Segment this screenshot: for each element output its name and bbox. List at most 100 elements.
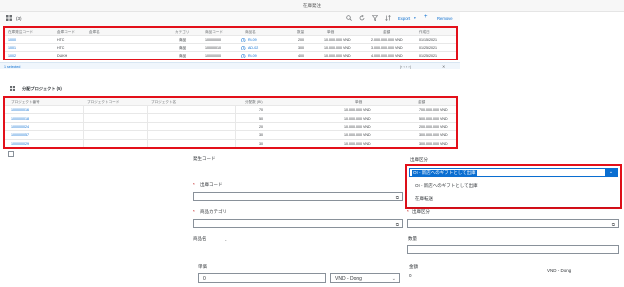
chevron-down-icon[interactable]: ⌄ xyxy=(392,276,396,282)
issue-type-input-2[interactable]: ⧉ xyxy=(407,219,619,228)
col-header[interactable]: 金額 xyxy=(418,100,425,105)
allocation-qty: 30 xyxy=(259,141,263,146)
col-header[interactable]: 倉庫名 xyxy=(89,30,100,35)
col-header[interactable]: 商品名 xyxy=(245,30,256,35)
selected-count: 1 selected xyxy=(4,64,21,69)
col-header[interactable]: カテゴリ xyxy=(175,30,189,35)
allocation-table: プロジェクト番号 プロジェクトコード プロジェクト名 分配数 (BI) 単価 金… xyxy=(3,96,458,149)
sort-icon[interactable] xyxy=(385,15,391,22)
warehouse-code: HTC xyxy=(57,38,65,42)
allocation-qty: 70 xyxy=(259,108,263,113)
table-row[interactable]: 100000029 30 10.000.000 VND 300.000.000 … xyxy=(5,138,456,147)
amount: 4.000.000.000 VND xyxy=(371,54,403,58)
unit-price-value: 0 xyxy=(203,276,206,282)
unit-price: 10.000.000 VND xyxy=(344,124,371,129)
table-header: 在庫発注コード 倉庫コード 倉庫名 カテゴリ 商品コード 商品名 数量 単価 金… xyxy=(5,28,456,35)
table-row[interactable]: 100000057 30 10.000.000 VND 300.000.000 … xyxy=(5,130,456,138)
stock-order-table: 在庫発注コード 倉庫コード 倉庫名 カテゴリ 商品コード 商品名 数量 単価 金… xyxy=(3,26,458,60)
add-icon[interactable]: + xyxy=(424,14,428,20)
product-code: 10000000 xyxy=(205,54,221,58)
unit-price: 10.000.000 VND xyxy=(344,108,371,113)
clock-icon xyxy=(241,53,246,60)
project-number[interactable]: 100000018 xyxy=(11,117,29,121)
issue-type-select[interactable]: OI - 新店へのギフトとして出庫 ⌄ xyxy=(409,168,618,177)
filter-icon[interactable] xyxy=(371,15,379,22)
quantity: 200 xyxy=(298,38,304,42)
project-number[interactable]: 100000029 xyxy=(11,142,29,146)
generation-code-label: 発生コード xyxy=(193,156,216,161)
refresh-icon[interactable] xyxy=(359,14,365,22)
value-help-icon[interactable]: ⧉ xyxy=(396,195,399,200)
dropdown-option[interactable]: OI - 新店へのギフトとして出庫 xyxy=(407,180,620,191)
value-help-icon[interactable]: ⧉ xyxy=(612,222,615,227)
allocation-section-header: 分配プロジェクト (5) xyxy=(0,80,460,94)
created-date: 01/15/2021 xyxy=(419,38,437,42)
created-date: 01/25/2021 xyxy=(419,46,437,50)
project-number[interactable]: 100000024 xyxy=(11,125,29,129)
category: 商品 xyxy=(179,54,187,58)
table-row[interactable]: 1000 HTC 商品 10000000 Ri-09 200 10.000.00… xyxy=(5,35,456,43)
col-header[interactable]: プロジェクトコード xyxy=(87,100,119,105)
col-header[interactable]: 倉庫コード xyxy=(57,30,75,35)
value-help-icon[interactable]: ⧉ xyxy=(396,222,399,227)
chevron-down-icon[interactable]: ▾ xyxy=(414,16,416,20)
col-header[interactable]: 商品コード xyxy=(205,30,223,35)
allocation-qty: 50 xyxy=(259,116,263,121)
table-row[interactable]: 1002 DUKH 商品 10000000 Ri-09 400 10.000.0… xyxy=(5,51,456,59)
row-checkbox[interactable] xyxy=(8,151,14,157)
dropdown-option[interactable]: 在庫転送 xyxy=(407,193,620,204)
amount: 300.000.000 VND xyxy=(419,141,448,146)
amount: 700.000.000 VND xyxy=(419,108,448,113)
project-number[interactable]: 100000057 xyxy=(11,133,29,137)
col-header[interactable]: 数量 xyxy=(297,30,304,35)
product-category-input[interactable]: ⧉ xyxy=(193,219,403,228)
table-row[interactable]: 1001 HTC 商品 10000010 AD-02 300 10.000.00… xyxy=(5,43,456,51)
col-header[interactable]: 単価 xyxy=(327,30,334,35)
product-name[interactable]: Ri-09 xyxy=(248,54,257,58)
unit-price-input[interactable]: 0 xyxy=(198,273,326,283)
warehouse-code: HTC xyxy=(57,46,65,50)
grid-icon[interactable] xyxy=(10,86,15,92)
col-header[interactable]: 在庫発注コード xyxy=(8,30,33,35)
table-header: プロジェクト番号 プロジェクトコード プロジェクト名 分配数 (BI) 単価 金… xyxy=(5,98,456,105)
warehouse-code: DUKH xyxy=(57,54,68,58)
quantity-label: 数量 xyxy=(408,236,417,241)
chevron-down-icon[interactable]: ⌄ xyxy=(605,169,617,176)
col-header[interactable]: プロジェクト番号 xyxy=(11,100,40,105)
order-code[interactable]: 1000 xyxy=(8,38,16,42)
col-header[interactable]: 作成日 xyxy=(419,30,430,35)
issue-code-input[interactable]: ⧉ xyxy=(193,192,403,201)
amount: 500.000.000 VND xyxy=(419,116,448,121)
product-name[interactable]: Ri-09 xyxy=(248,38,257,42)
remove-button[interactable]: Remove xyxy=(437,16,453,21)
product-code: 10000010 xyxy=(205,46,221,50)
search-icon[interactable] xyxy=(346,15,352,22)
close-icon[interactable]: ✕ xyxy=(442,64,445,69)
amount-currency: VND - Dong xyxy=(547,268,572,273)
table-row[interactable]: 100000018 50 10.000.000 VND 500.000.000 … xyxy=(5,113,456,121)
order-code[interactable]: 1002 xyxy=(8,54,16,58)
issue-type-label: 出庫区分 xyxy=(410,157,428,162)
col-header[interactable]: 分配数 (BI) xyxy=(245,100,263,105)
export-button[interactable]: Export xyxy=(398,16,410,21)
amount: 3.000.000.000 VND xyxy=(371,46,403,50)
unit-price-label: 単価 xyxy=(198,264,207,269)
col-header[interactable]: 金額 xyxy=(383,30,390,35)
amount: 300.000.000 VND xyxy=(419,133,448,138)
window-title: 在庫発注 xyxy=(0,0,624,12)
col-header[interactable]: 単価 xyxy=(355,100,362,105)
col-header[interactable]: プロジェクト名 xyxy=(151,100,176,105)
quantity: 300 xyxy=(298,46,304,50)
allocation-qty: 30 xyxy=(259,133,263,138)
table-row[interactable]: 100000016 70 10.000.000 VND 700.000.000 … xyxy=(5,105,456,113)
amount-label: 金額 xyxy=(409,264,418,269)
project-number[interactable]: 100000016 xyxy=(11,108,29,112)
unit-price: 10.000.000 VND xyxy=(324,46,351,50)
currency-select[interactable]: VND - Dong ⌄ xyxy=(330,273,400,283)
grid-icon[interactable] xyxy=(6,15,12,21)
order-code[interactable]: 1001 xyxy=(8,46,16,50)
pager-icons[interactable]: |‹ ‹ › ›| xyxy=(400,64,411,69)
table-row[interactable]: 100000024 20 10.000.000 VND 200.000.000 … xyxy=(5,121,456,130)
quantity-input[interactable] xyxy=(407,245,619,254)
product-name[interactable]: AD-02 xyxy=(248,46,258,50)
